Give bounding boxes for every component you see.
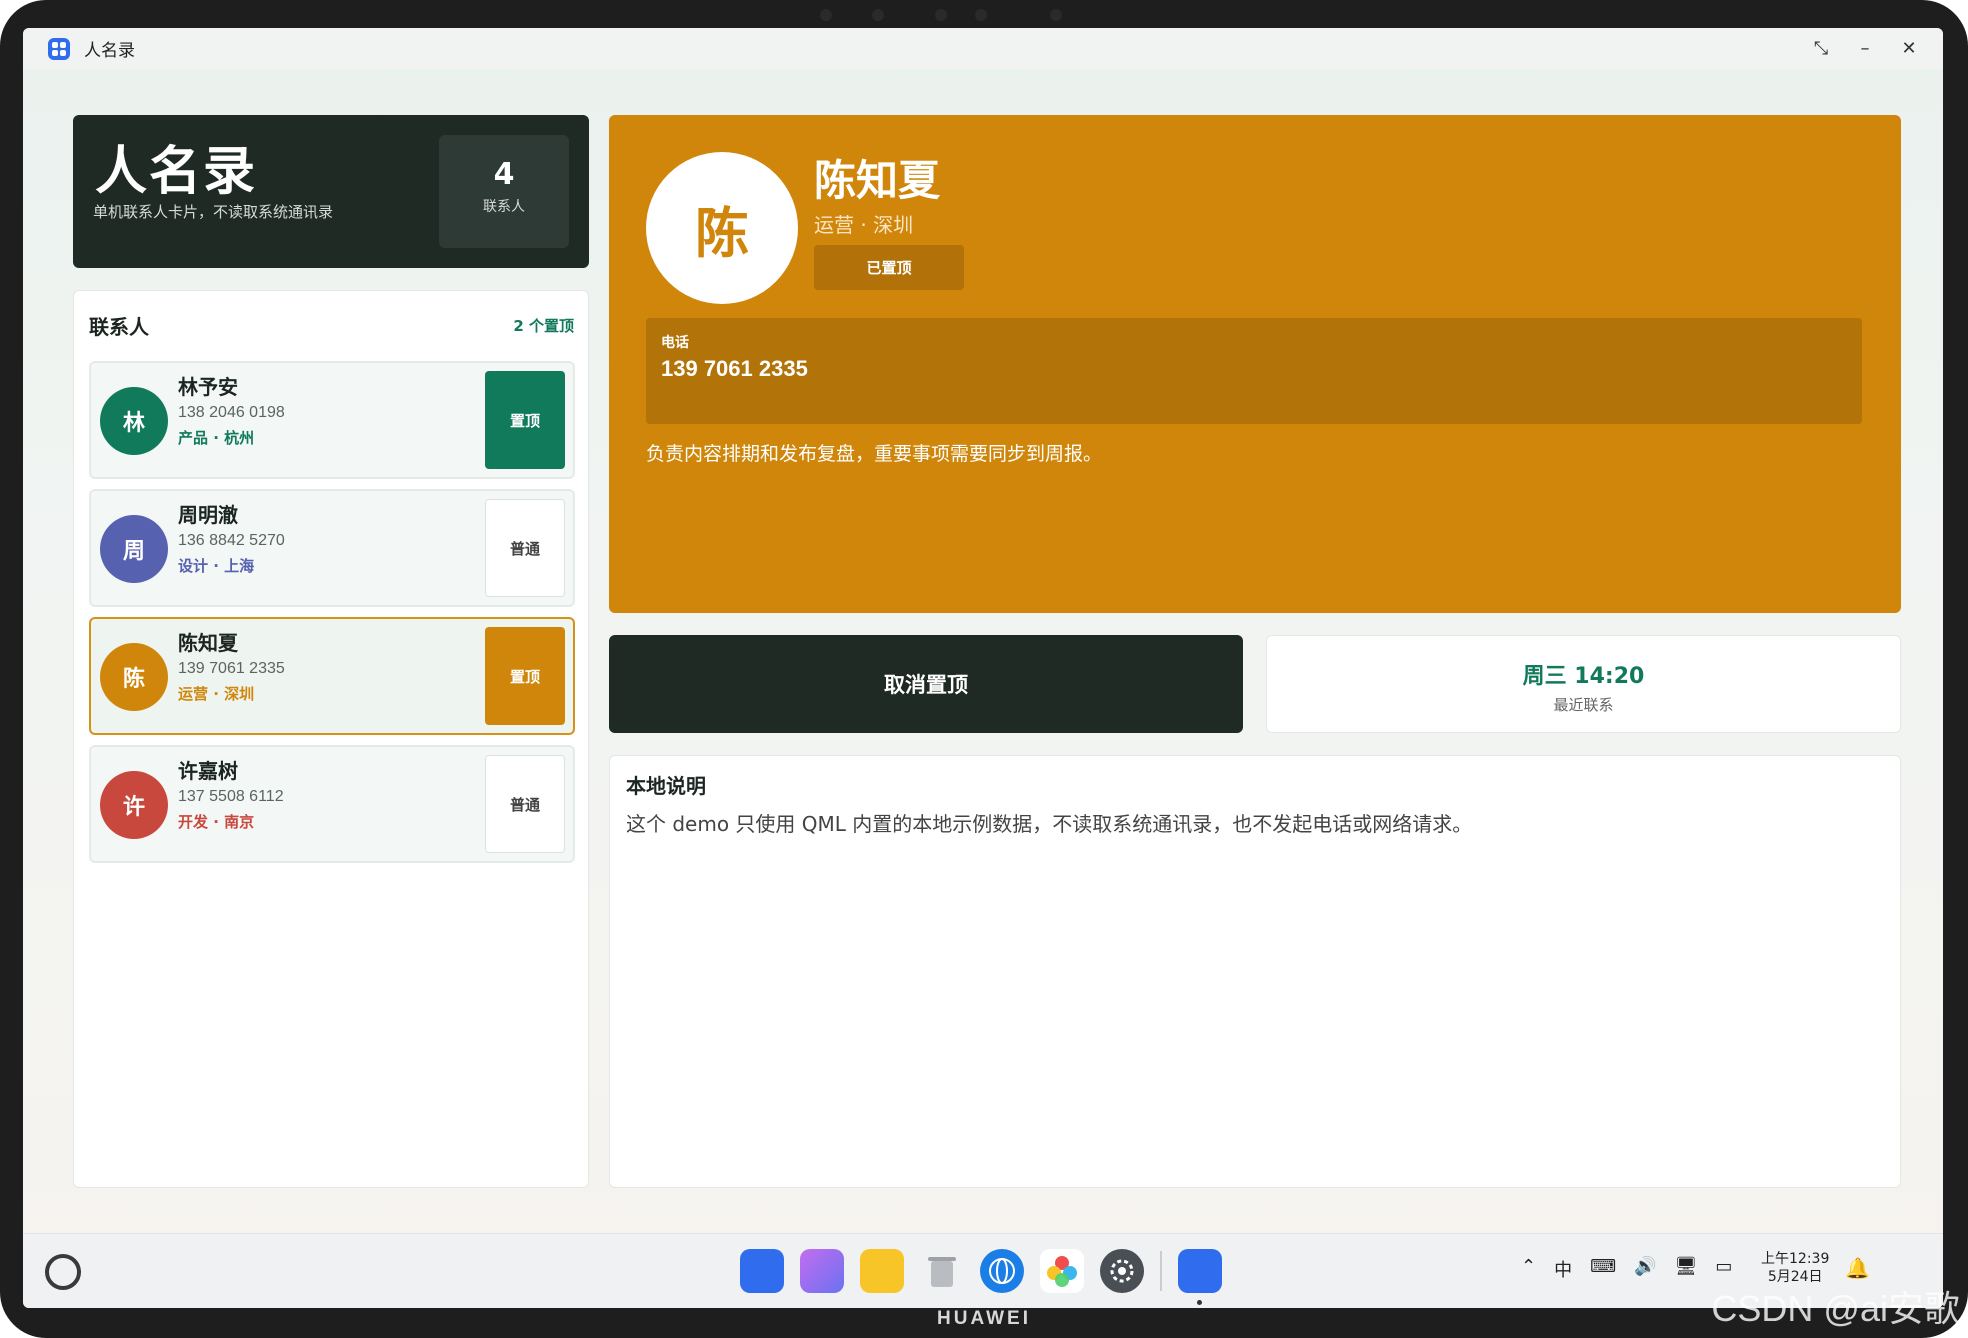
active-app-indicator — [1197, 1300, 1202, 1305]
system-tray: ⌃ 中 ⌨ 🔊 🖥 ▭ — [1521, 1256, 1732, 1282]
contact-card-selected[interactable]: 陈 陈知夏 139 7061 2335 运营 · 深圳 置顶 — [89, 617, 575, 735]
pin-toggle-button[interactable]: 置顶 — [485, 371, 565, 469]
contact-meta: 设计 · 上海 — [178, 557, 255, 575]
minimize-icon[interactable]: – — [1856, 38, 1874, 59]
phone-label: 电话 — [661, 335, 689, 351]
keyboard-icon[interactable]: ⌨ — [1590, 1256, 1616, 1282]
contact-card[interactable]: 许 许嘉树 137 5508 6112 开发 · 南京 普通 — [89, 745, 575, 863]
notes-title: 本地说明 — [626, 774, 706, 798]
detail-meta: 运营 · 深圳 — [814, 213, 914, 237]
contact-card[interactable]: 林 林予安 138 2046 0198 产品 · 杭州 置顶 — [89, 361, 575, 479]
pin-toggle-button[interactable]: 普通 — [485, 499, 565, 597]
contact-name: 周明澈 — [178, 503, 238, 527]
phone-box: 电话 139 7061 2335 — [646, 318, 1862, 424]
detail-note: 负责内容排期和发布复盘，重要事项需要同步到周报。 — [646, 443, 1103, 465]
dock-separator — [1160, 1251, 1162, 1291]
pinned-badge: 已置顶 — [814, 245, 964, 290]
contact-phone: 138 2046 0198 — [178, 404, 285, 421]
contact-phone: 137 5508 6112 — [178, 788, 284, 805]
recent-contact-time: 周三 14:20 — [1522, 664, 1645, 689]
multi-window-icon[interactable] — [800, 1249, 844, 1293]
contact-meta: 开发 · 南京 — [178, 813, 255, 831]
app-heading: 人名录 — [95, 142, 258, 202]
pin-toggle-button[interactable]: 置顶 — [485, 627, 565, 725]
volume-icon[interactable]: 🔊 — [1634, 1256, 1656, 1282]
contact-name: 林予安 — [178, 375, 238, 399]
recent-contact-card: 周三 14:20 最近联系 — [1266, 635, 1901, 733]
window-controls: ⤡ – ✕ — [1812, 28, 1918, 69]
window-title: 人名录 — [84, 41, 135, 61]
pin-toggle-button[interactable]: 普通 — [485, 755, 565, 853]
contact-count-badge: 4 联系人 — [439, 135, 569, 248]
contact-count: 4 — [493, 157, 515, 192]
notification-bell-icon[interactable]: 🔔 — [1845, 1256, 1870, 1280]
contact-card[interactable]: 周 周明澈 136 8842 5270 设计 · 上海 普通 — [89, 489, 575, 607]
contact-count-label: 联系人 — [483, 199, 525, 215]
contacts-heading: 联系人 — [89, 315, 149, 339]
app-grid-icon — [48, 37, 70, 60]
phone-value: 139 7061 2335 — [661, 356, 808, 381]
chevron-up-icon[interactable]: ⌃ — [1521, 1256, 1536, 1282]
unpin-button[interactable]: 取消置顶 — [609, 635, 1243, 733]
files-icon[interactable] — [860, 1249, 904, 1293]
contact-name: 许嘉树 — [178, 759, 238, 783]
clock-time: 上午12:39 — [1761, 1251, 1830, 1267]
avatar: 周 — [100, 515, 168, 583]
recent-contact-label: 最近联系 — [1553, 696, 1614, 714]
detail-avatar: 陈 — [646, 152, 798, 304]
avatar: 林 — [100, 387, 168, 455]
display-icon[interactable]: 🖥 — [1675, 1256, 1698, 1282]
contact-phone: 139 7061 2335 — [178, 660, 285, 677]
hero-banner: 人名录 单机联系人卡片，不读取系统通讯录 4 联系人 — [73, 115, 589, 268]
avatar: 陈 — [100, 643, 168, 711]
gallery-icon[interactable] — [1040, 1249, 1084, 1293]
restore-icon[interactable]: ⤡ — [1812, 38, 1830, 59]
window-titlebar: 人名录 ⤡ – ✕ — [23, 28, 1943, 69]
contacts-panel: 联系人 2 个置顶 林 林予安 138 2046 0198 产品 · 杭州 置顶… — [73, 290, 589, 1188]
contact-detail-card: 陈 陈知夏 运营 · 深圳 已置顶 电话 139 7061 2335 负责内容排… — [609, 115, 1901, 613]
tablet-frame: 人名录 ⤡ – ✕ 人名录 单机联系人卡片，不读取系统通讯录 4 联系人 联系人… — [0, 0, 1968, 1338]
settings-icon[interactable] — [1100, 1249, 1144, 1293]
notes-body: 这个 demo 只使用 QML 内置的本地示例数据，不读取系统通讯录，也不发起电… — [626, 812, 1473, 836]
battery-icon[interactable]: ▭ — [1715, 1256, 1732, 1282]
close-icon[interactable]: ✕ — [1900, 38, 1918, 59]
pinned-count: 2 个置顶 — [513, 317, 574, 335]
watermark: CSDN @ai安歌 — [1711, 1288, 1960, 1329]
app-grid-icon[interactable] — [740, 1249, 784, 1293]
contact-phone: 136 8842 5270 — [178, 532, 285, 549]
browser-icon[interactable] — [980, 1249, 1024, 1293]
avatar: 许 — [100, 771, 168, 839]
taskbar: ⌃ 中 ⌨ 🔊 🖥 ▭ 上午12:39 5月24日 🔔 — [23, 1233, 1943, 1308]
ime-icon[interactable]: 中 — [1554, 1256, 1572, 1282]
start-icon[interactable] — [45, 1254, 81, 1290]
app-subtitle: 单机联系人卡片，不读取系统通讯录 — [93, 203, 334, 221]
contact-name: 陈知夏 — [178, 631, 238, 655]
trash-icon[interactable] — [920, 1249, 964, 1293]
contact-meta: 产品 · 杭州 — [178, 429, 255, 447]
device-brand: HUAWEI — [937, 1308, 1031, 1329]
dock — [740, 1249, 1222, 1293]
contact-meta: 运营 · 深圳 — [178, 685, 255, 703]
detail-name: 陈知夏 — [814, 156, 941, 205]
local-notes-panel: 本地说明 这个 demo 只使用 QML 内置的本地示例数据，不读取系统通讯录，… — [609, 755, 1901, 1188]
screen: 人名录 ⤡ – ✕ 人名录 单机联系人卡片，不读取系统通讯录 4 联系人 联系人… — [23, 28, 1943, 1308]
name-directory-app-icon[interactable] — [1178, 1249, 1222, 1293]
